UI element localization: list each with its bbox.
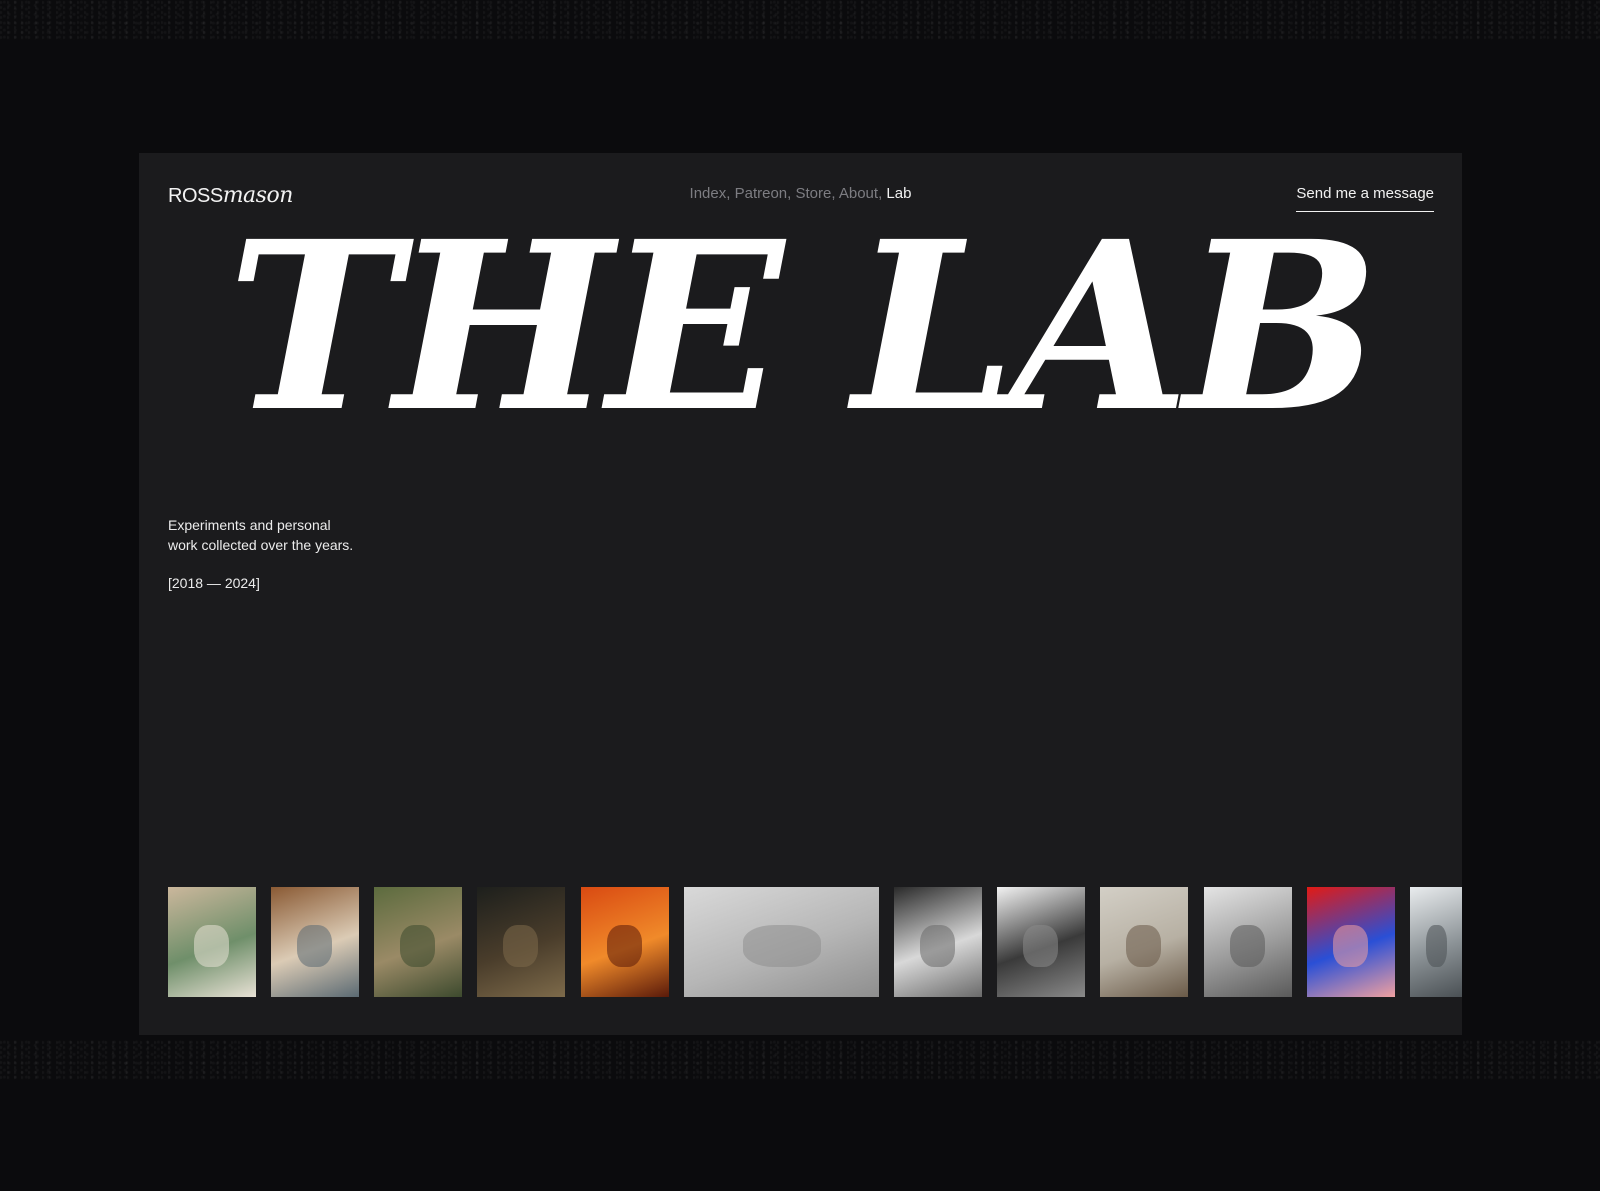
thumbnail-9[interactable]: [1100, 887, 1188, 997]
thumbnail-strip[interactable]: [168, 887, 1462, 997]
bottom-noise-band: [0, 1040, 1600, 1080]
thumbnail-10[interactable]: [1204, 887, 1292, 997]
thumbnail-subject-shape: [920, 925, 955, 967]
thumbnail-subject-shape: [1333, 925, 1368, 967]
thumbnail-subject-shape: [1426, 925, 1447, 967]
thumbnail-8[interactable]: [997, 887, 1085, 997]
top-noise-band: [0, 0, 1600, 40]
thumbnail-4[interactable]: [477, 887, 565, 997]
thumbnail-6[interactable]: [684, 887, 879, 997]
intro-line-2: work collected over the years.: [168, 537, 354, 553]
year-range: [2018 — 2024]: [168, 575, 260, 591]
thumbnail-subject-shape: [400, 925, 435, 967]
site-frame: ROSSmason Index, Patreon, Store, About, …: [139, 153, 1462, 1035]
thumbnail-subject-shape: [1126, 925, 1161, 967]
thumbnail-subject-shape: [607, 925, 642, 967]
intro-line-1: Experiments and personal: [168, 517, 331, 533]
intro-text: Experiments and personal work collected …: [168, 515, 428, 555]
thumbnail-subject-shape: [1230, 925, 1265, 967]
thumbnail-2[interactable]: [271, 887, 359, 997]
thumbnail-subject-shape: [503, 925, 538, 967]
thumbnail-5[interactable]: [581, 887, 669, 997]
thumbnail-subject-shape: [743, 925, 821, 967]
thumbnail-subject-shape: [194, 925, 229, 967]
thumbnail-3[interactable]: [374, 887, 462, 997]
thumbnail-7[interactable]: [894, 887, 982, 997]
page-title: THE LAB: [227, 190, 1380, 463]
thumbnail-11[interactable]: [1307, 887, 1395, 997]
thumbnail-subject-shape: [1023, 925, 1058, 967]
thumbnail-1[interactable]: [168, 887, 256, 997]
thumbnail-12[interactable]: [1410, 887, 1462, 997]
thumbnail-subject-shape: [297, 925, 332, 967]
